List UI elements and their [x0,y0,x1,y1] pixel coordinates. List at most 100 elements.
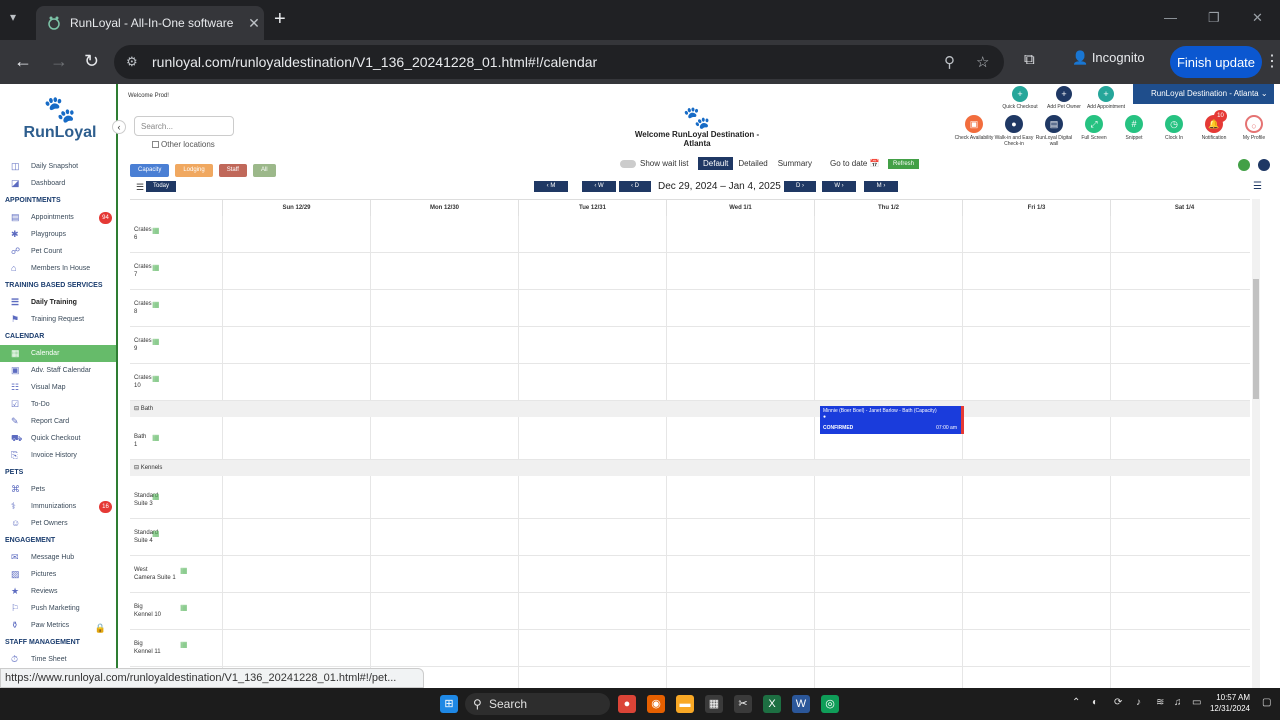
calendar-scrollbar[interactable] [1252,199,1260,688]
new-tab-icon[interactable]: + [274,8,286,31]
notifications-icon[interactable]: ▢ [1262,697,1271,708]
sidebar-item-quick-checkout[interactable]: ⛟ Quick Checkout [0,430,116,447]
tool-check-availability[interactable]: ▣ Check Availability [954,115,994,141]
refresh-button[interactable]: Refresh [888,159,920,169]
tool-snippet[interactable]: # Snippet [1114,115,1154,141]
windows-start-icon[interactable]: ⊞ [440,695,458,713]
close-window-icon[interactable]: ✕ [1252,10,1263,26]
wifi-icon[interactable]: ≋ [1156,697,1164,708]
sidebar-item-dashboard[interactable]: ◪ Dashboard [0,175,116,192]
sidebar-item-to-do[interactable]: ☑ To-Do [0,396,116,413]
sidebar-item-training-request[interactable]: ⚑ Training Request [0,311,116,328]
filter-capacity[interactable]: Capacity [130,164,170,177]
period-nav-4[interactable]: W › [822,181,856,192]
reload-icon[interactable]: ↻ [84,51,99,72]
word-icon[interactable]: W [792,695,810,713]
print-icon[interactable] [1258,159,1271,171]
collapse-sidebar-icon[interactable]: ‹ [112,120,126,134]
filter-all[interactable]: All [252,164,276,177]
day-header[interactable]: Wed 1/1 [666,200,814,216]
tool-notification[interactable]: 🔔 10 Notification [1194,110,1234,141]
runloyal-logo[interactable]: 🐾 RunLoyal [20,94,100,142]
menu-icon[interactable]: ☰ [136,182,144,193]
tray-sync-icon[interactable]: ⟳ [1114,697,1122,708]
quick-action-quick-checkout[interactable]: + Quick Checkout [1000,86,1040,110]
sidebar-item-appointments[interactable]: ▤ Appointments 94 [0,209,116,226]
chrome-icon[interactable]: ● [618,695,636,713]
sidebar-item-immunizations[interactable]: ⚕ Immunizations 16 [0,498,116,515]
view-default[interactable]: Default [698,157,734,170]
forward-icon[interactable]: → [50,51,68,72]
add-appointment-calendar-icon[interactable]: ▦ [152,374,160,383]
day-header[interactable]: Fri 1/3 [962,200,1110,216]
other-locations-checkbox[interactable]: Other locations [152,140,215,149]
sidebar-item-pets[interactable]: ⌘ Pets [0,481,116,498]
tab-search-icon[interactable]: ▾ [10,10,16,24]
sidebar-item-push-marketing[interactable]: ⚐ Push Marketing [0,600,116,617]
add-appointment-calendar-icon[interactable]: ▦ [152,300,160,309]
period-nav-3[interactable]: D › [784,181,816,192]
browser-tab[interactable]: RunLoyal - All-In-One software ✕ [36,6,264,40]
resource-group-kennels[interactable]: ⊟ Kennels [130,460,1250,476]
day-header[interactable]: Mon 12/30 [370,200,518,216]
minimize-icon[interactable]: — [1164,10,1177,25]
add-appointment-calendar-icon[interactable]: ▦ [152,529,160,538]
period-nav-1[interactable]: ‹ W [582,181,616,192]
period-nav-0[interactable]: ‹ M [534,181,568,192]
go-to-date[interactable]: Go to date 📅 [830,159,880,168]
period-nav-2[interactable]: ‹ D [619,181,651,192]
today-button[interactable]: Today [146,181,176,192]
day-header[interactable]: Sun 12/29 [222,200,370,216]
restore-icon[interactable]: ❐ [1208,10,1220,26]
add-appointment-calendar-icon[interactable]: ▦ [152,492,160,501]
add-appointment-calendar-icon[interactable]: ▦ [180,640,188,649]
snipping-tool-icon[interactable]: ✂ [734,695,752,713]
quick-action-add-pet-owner[interactable]: + Add Pet Owner [1044,86,1084,110]
filter-lodging[interactable]: Lodging [175,164,213,177]
period-nav-5[interactable]: M › [864,181,898,192]
add-appointment-calendar-icon[interactable]: ▦ [180,603,188,612]
expand-icon[interactable] [1238,159,1250,171]
add-appointment-calendar-icon[interactable]: ▦ [180,566,188,575]
zoom-icon[interactable]: ⚲ [944,53,955,71]
scrollbar-thumb[interactable] [1253,279,1259,399]
back-icon[interactable]: ← [14,51,32,72]
sidebar-item-pet-count[interactable]: ☍ Pet Count [0,243,116,260]
sidebar-item-members-in-house[interactable]: ⌂ Members In House [0,260,116,277]
taskbar-clock[interactable]: 10:57 AM 12/31/2024 [1208,692,1250,714]
list-view-icon[interactable]: ☰ [1253,181,1262,192]
sidebar-item-pictures[interactable]: ▨ Pictures [0,566,116,583]
site-info-icon[interactable]: ⚙ [126,54,138,70]
sidebar-item-message-hub[interactable]: ✉ Message Hub [0,549,116,566]
location-selector[interactable]: RunLoyal Destination - Atlanta ⌄ [1133,84,1274,104]
battery-icon[interactable]: ▭ [1192,697,1201,708]
sidebar-item-daily-snapshot[interactable]: ◫ Daily Snapshot [0,158,116,175]
sidebar-item-visual-map[interactable]: ☷ Visual Map [0,379,116,396]
finish-update-button[interactable]: Finish update [1170,46,1262,78]
sidebar-item-daily-training[interactable]: ☰ Daily Training [0,294,116,311]
firefox-icon[interactable]: ◉ [647,695,665,713]
add-appointment-calendar-icon[interactable]: ▦ [152,433,160,442]
browser-menu-icon[interactable]: ⋮ [1264,51,1280,71]
tray-app-icon[interactable]: ◐ [1092,697,1098,708]
tool-full-screen[interactable]: ⤢ Full Screen [1074,115,1114,141]
quick-action-add-appointment[interactable]: + Add Appointment [1086,86,1126,110]
add-appointment-calendar-icon[interactable]: ▦ [152,226,160,235]
tool-clock-in[interactable]: ◷ Clock In [1154,115,1194,141]
tool-runloyal-digital-wall[interactable]: ▤ RunLoyal Digital wall [1034,115,1074,147]
edge-icon[interactable]: ◎ [821,695,839,713]
tray-expand-icon[interactable]: ⌃ [1072,697,1080,708]
sidebar-item-paw-metrics[interactable]: ⚱ Paw Metrics 🔒 [0,617,116,634]
add-appointment-calendar-icon[interactable]: ▦ [152,337,160,346]
appointment-event[interactable]: Minnie (Boer Boel) - Janet Barlow - Bath… [820,406,964,434]
sidebar-item-reviews[interactable]: ★ Reviews [0,583,116,600]
filter-staff[interactable]: Staff [218,164,247,177]
volume-icon[interactable]: ♫ [1174,697,1182,708]
sidebar-item-adv-staff-calendar[interactable]: ▣ Adv. Staff Calendar [0,362,116,379]
search-input[interactable]: Search... [134,116,234,136]
sidebar-item-calendar[interactable]: ▦ Calendar [0,345,116,362]
sidebar-item-report-card[interactable]: ✎ Report Card [0,413,116,430]
view-summary[interactable]: Summary [773,157,817,170]
close-tab-icon[interactable]: ✕ [244,15,264,32]
taskbar-search[interactable]: ⚲ Search [465,693,610,715]
